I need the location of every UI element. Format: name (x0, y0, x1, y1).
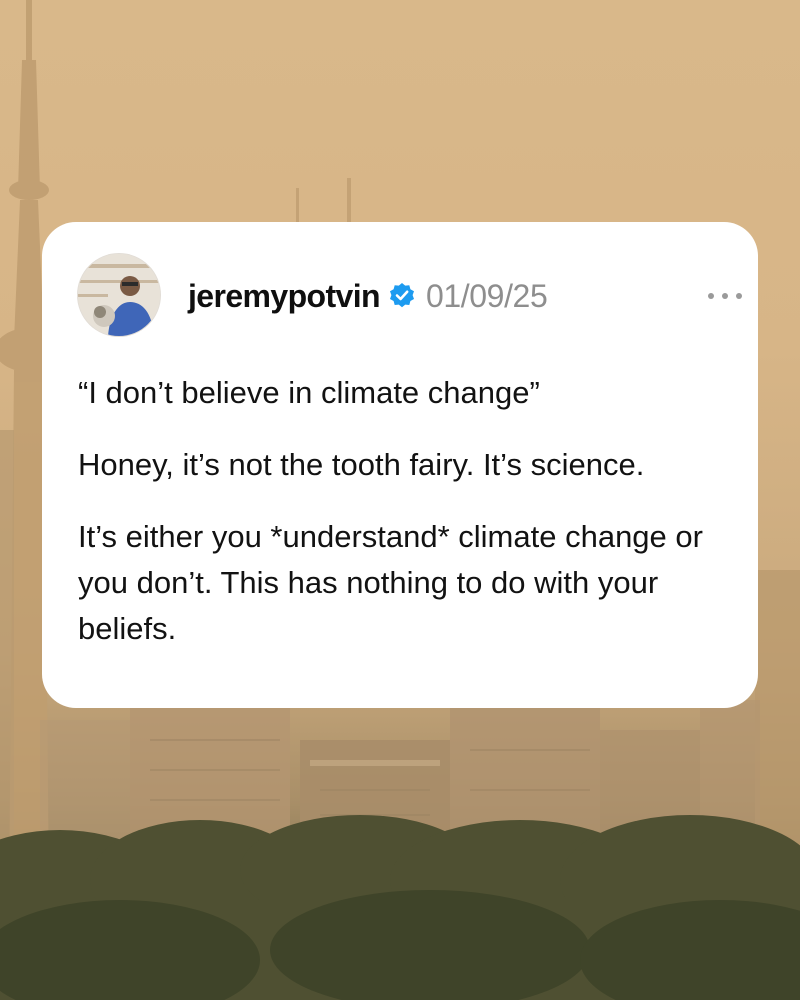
post-header: jeremypotvin 01/09/25 (188, 274, 548, 318)
avatar[interactable] (78, 254, 160, 336)
post-card: jeremypotvin 01/09/25 “I don’t believe i… (42, 222, 758, 708)
post-paragraph: “I don’t believe in climate change” (78, 375, 540, 410)
post-paragraph: It’s either you *understand* climate cha… (78, 519, 703, 646)
dot (736, 293, 742, 299)
dot (722, 293, 728, 299)
post-paragraph: Honey, it’s not the tooth fairy. It’s sc… (78, 447, 645, 482)
post-date: 01/09/25 (425, 277, 548, 314)
username[interactable]: jeremypotvin (188, 278, 381, 315)
more-options-icon[interactable] (708, 286, 742, 306)
profile-photo (78, 254, 160, 336)
verified-badge-icon (388, 282, 416, 310)
dot (708, 293, 714, 299)
